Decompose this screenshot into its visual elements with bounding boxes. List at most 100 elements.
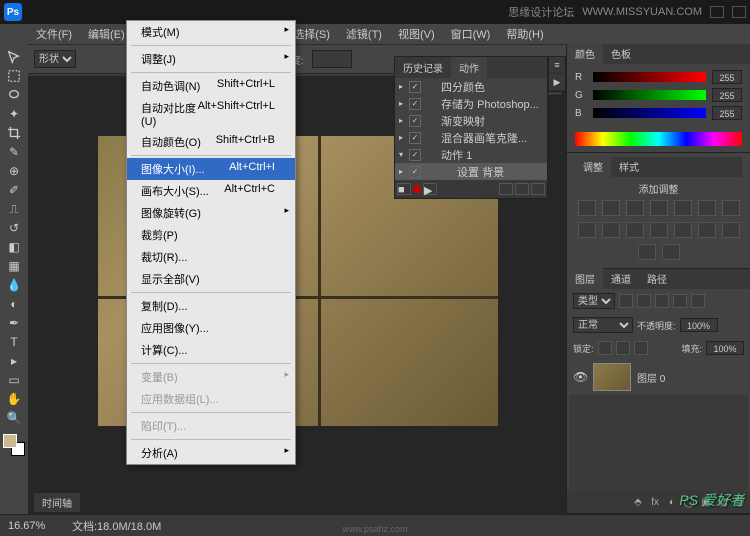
selective-icon[interactable]: [662, 244, 680, 260]
action-row[interactable]: ✓四分颜色: [395, 78, 547, 95]
menu-item[interactable]: 复制(D)...: [127, 295, 295, 317]
check-icon[interactable]: ✓: [409, 98, 421, 110]
menu-item[interactable]: 调整(J): [127, 48, 295, 70]
action-row[interactable]: ✓存储为 Photoshop...: [395, 95, 547, 112]
threshold-icon[interactable]: [722, 222, 740, 238]
history-brush-tool-icon[interactable]: ↺: [3, 219, 25, 237]
menu-item[interactable]: 图像大小(I)...Alt+Ctrl+I: [127, 158, 295, 180]
menu-item[interactable]: 计算(C)...: [127, 339, 295, 361]
zoom-tool-icon[interactable]: 🔍: [3, 409, 25, 427]
menu-item[interactable]: 自动对比度(U)Alt+Shift+Ctrl+L: [127, 97, 295, 131]
color-swatches[interactable]: [3, 434, 25, 456]
stop-icon[interactable]: ■: [397, 183, 411, 195]
curves-icon[interactable]: [626, 200, 644, 216]
crop-tool-icon[interactable]: [3, 124, 25, 142]
play-action-icon[interactable]: ▶: [549, 74, 565, 91]
action-row[interactable]: ✓设置 背景: [395, 163, 547, 180]
foreground-color-swatch[interactable]: [3, 434, 17, 448]
mask-icon[interactable]: ◐: [665, 495, 679, 509]
path-select-tool-icon[interactable]: ▸: [3, 352, 25, 370]
menu-item[interactable]: 自动颜色(O)Shift+Ctrl+B: [127, 131, 295, 153]
tab-adjustments[interactable]: 调整: [575, 156, 611, 177]
menu-item[interactable]: 显示全部(V): [127, 268, 295, 290]
menu-item[interactable]: 应用图像(Y)...: [127, 317, 295, 339]
bw-icon[interactable]: [578, 222, 596, 238]
link-icon[interactable]: ⬘: [631, 495, 645, 509]
photofilter-icon[interactable]: [602, 222, 620, 238]
r-slider[interactable]: [593, 72, 706, 82]
b-slider[interactable]: [593, 108, 706, 118]
timeline-tab[interactable]: 时间轴: [34, 493, 80, 512]
menu-window[interactable]: 窗口(W): [443, 23, 499, 45]
tab-color[interactable]: 颜色: [567, 43, 603, 64]
posterize-icon[interactable]: [698, 222, 716, 238]
layer-row[interactable]: 👁 图层 0: [569, 359, 748, 395]
eyedropper-tool-icon[interactable]: ✎: [3, 143, 25, 161]
g-slider[interactable]: [593, 90, 706, 100]
tab-actions[interactable]: 动作: [451, 57, 487, 78]
move-tool-icon[interactable]: [3, 48, 25, 66]
lasso-tool-icon[interactable]: [3, 86, 25, 104]
check-icon[interactable]: ✓: [409, 149, 421, 161]
record-icon[interactable]: [413, 185, 421, 193]
menu-item[interactable]: 画布大小(S)...Alt+Ctrl+C: [127, 180, 295, 202]
g-value[interactable]: 255: [712, 88, 742, 102]
tab-layers[interactable]: 图层: [567, 268, 603, 289]
brush-tool-icon[interactable]: ✐: [3, 181, 25, 199]
lock-pixels-icon[interactable]: [598, 341, 612, 355]
r-value[interactable]: 255: [712, 70, 742, 84]
new-set-icon[interactable]: [499, 183, 513, 195]
pen-tool-icon[interactable]: ✒: [3, 314, 25, 332]
gradientmap-icon[interactable]: [638, 244, 656, 260]
color-spectrum[interactable]: [575, 132, 742, 146]
tab-paths[interactable]: 路径: [639, 268, 675, 289]
check-icon[interactable]: ✓: [409, 132, 421, 144]
filter-shape-icon[interactable]: [673, 294, 687, 308]
hand-tool-icon[interactable]: ✋: [3, 390, 25, 408]
menu-help[interactable]: 帮助(H): [498, 23, 551, 45]
height-input[interactable]: [312, 50, 352, 68]
levels-icon[interactable]: [602, 200, 620, 216]
exposure-icon[interactable]: [650, 200, 668, 216]
blur-tool-icon[interactable]: 💧: [3, 276, 25, 294]
tab-swatches[interactable]: 色板: [603, 43, 639, 64]
type-tool-icon[interactable]: T: [3, 333, 25, 351]
panel-menu-icon[interactable]: ≡: [549, 57, 565, 74]
dodge-tool-icon[interactable]: ◐: [3, 295, 25, 313]
heal-tool-icon[interactable]: ⊕: [3, 162, 25, 180]
new-action-icon[interactable]: [515, 183, 529, 195]
eraser-tool-icon[interactable]: ◧: [3, 238, 25, 256]
maximize-button[interactable]: [732, 6, 746, 18]
layer-kind-select[interactable]: 类型: [573, 293, 615, 309]
colorbalance-icon[interactable]: [722, 200, 740, 216]
gradient-tool-icon[interactable]: ▦: [3, 257, 25, 275]
blend-mode-select[interactable]: 正常: [573, 317, 633, 333]
doc-size[interactable]: 文档:18.0M/18.0M: [72, 518, 161, 534]
menu-item[interactable]: 裁剪(P): [127, 224, 295, 246]
action-row[interactable]: ✓动作 1: [395, 146, 547, 163]
shape-mode-select[interactable]: 形状: [34, 50, 76, 68]
menu-item[interactable]: 裁切(R)...: [127, 246, 295, 268]
hue-icon[interactable]: [698, 200, 716, 216]
menu-item[interactable]: 分析(A): [127, 442, 295, 464]
trash-icon[interactable]: [531, 183, 545, 195]
filter-pixel-icon[interactable]: [619, 294, 633, 308]
marquee-tool-icon[interactable]: [3, 67, 25, 85]
check-icon[interactable]: ✓: [409, 166, 421, 178]
stamp-tool-icon[interactable]: ⎍: [3, 200, 25, 218]
menu-item[interactable]: 图像旋转(G): [127, 202, 295, 224]
tab-styles[interactable]: 样式: [611, 156, 647, 177]
invert-icon[interactable]: [674, 222, 692, 238]
action-row[interactable]: ✓渐变映射: [395, 112, 547, 129]
colorlookup-icon[interactable]: [650, 222, 668, 238]
menu-edit[interactable]: 编辑(E): [80, 23, 133, 45]
filter-type-icon[interactable]: [655, 294, 669, 308]
channelmixer-icon[interactable]: [626, 222, 644, 238]
tab-channels[interactable]: 通道: [603, 268, 639, 289]
menu-file[interactable]: 文件(F): [28, 23, 80, 45]
fill-value[interactable]: 100%: [706, 341, 744, 355]
zoom-level[interactable]: 16.67%: [8, 520, 58, 532]
b-value[interactable]: 255: [712, 106, 742, 120]
menu-item[interactable]: 自动色调(N)Shift+Ctrl+L: [127, 75, 295, 97]
check-icon[interactable]: ✓: [409, 115, 421, 127]
